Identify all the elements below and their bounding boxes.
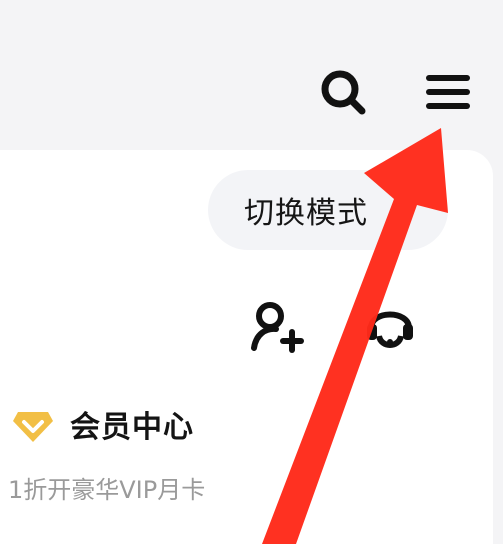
search-button[interactable] <box>313 62 373 122</box>
mode-switch-button[interactable]: 切换模式 <box>208 170 448 250</box>
hamburger-menu-icon <box>426 75 470 109</box>
vip-center-title[interactable]: 会员中心 <box>70 408 194 448</box>
mode-switch-label: 切换模式 <box>244 196 368 231</box>
customer-service-icon <box>367 311 413 348</box>
add-friend-icon <box>251 302 304 353</box>
add-friend-button[interactable] <box>245 297 307 355</box>
menu-button[interactable] <box>418 62 478 122</box>
search-icon <box>321 70 366 115</box>
vip-promo-subtitle[interactable]: 1折开豪华VIP月卡 <box>8 473 205 507</box>
customer-service-button[interactable] <box>360 295 420 357</box>
vip-diamond-icon <box>13 412 53 442</box>
